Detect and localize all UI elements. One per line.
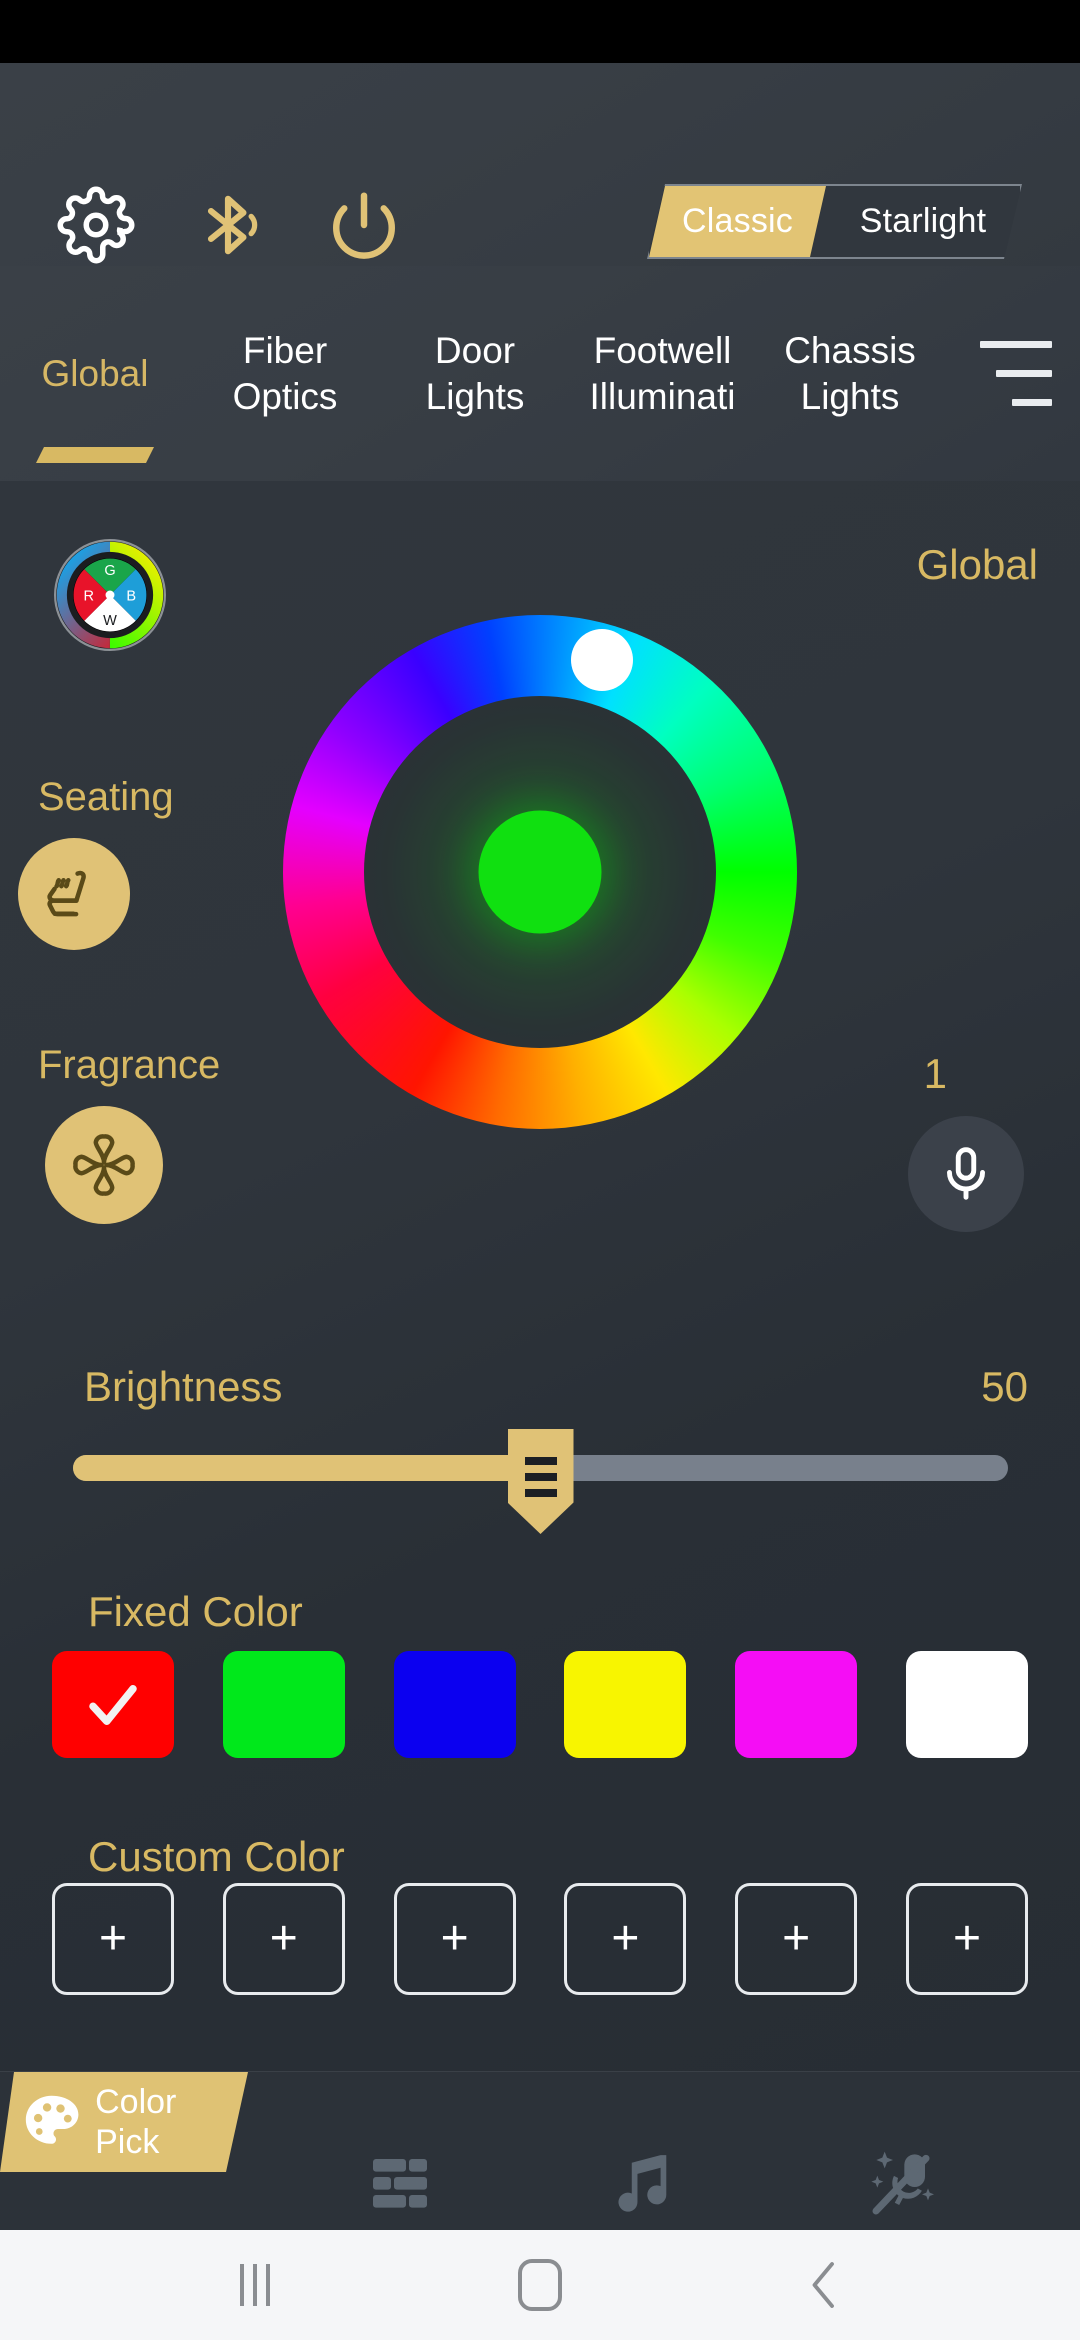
nav-color-pick-line2: Pick	[95, 2123, 160, 2161]
tab-fiber-optics[interactable]: Fiber Optics	[190, 266, 380, 481]
hamburger-line-2	[996, 370, 1052, 377]
thumb-grip-line-1	[524, 1457, 557, 1465]
tab-chassis-lights[interactable]: Chassis Lights	[760, 266, 940, 481]
svg-text:G: G	[104, 563, 115, 579]
recents-bar-1	[240, 2264, 244, 2306]
fixed-swatch-blue[interactable]	[393, 1651, 516, 1758]
tab-global-label: Global	[41, 352, 149, 394]
microphone-icon[interactable]	[908, 1116, 1024, 1232]
fixed-swatch-white[interactable]	[905, 1651, 1028, 1758]
svg-text:B: B	[126, 589, 136, 605]
recents-bar-3	[266, 2264, 270, 2306]
hue-color-wheel[interactable]	[283, 615, 797, 1129]
hamburger-line-1	[980, 341, 1052, 348]
nav-effects[interactable]	[290, 2072, 510, 2230]
brightness-label: Brightness	[84, 1363, 283, 1410]
voice-sparkle-icon	[871, 2151, 934, 2215]
app-body: Classic Starlight Global Fiber Optics Do…	[0, 63, 1080, 2230]
tab-global[interactable]: Global	[0, 266, 190, 481]
back-chevron	[812, 2262, 834, 2308]
tab-door-lights[interactable]: Door Lights	[380, 266, 570, 481]
mode-toggle[interactable]: Classic Starlight	[647, 184, 1022, 259]
clover-fragrance-icon[interactable]	[45, 1106, 163, 1224]
recents-bars	[240, 2264, 270, 2306]
tab-footwell-illumination[interactable]: Footwell Illuminati	[565, 266, 760, 481]
fixed-swatch-green[interactable]	[222, 1651, 345, 1758]
tab-fiber-optics-line2: Optics	[232, 375, 338, 417]
power-icon[interactable]	[318, 179, 410, 271]
tab-bar: Global Fiber Optics Door Lights Footwell…	[0, 266, 1080, 481]
nav-color-pick[interactable]: Color Pick	[0, 2072, 248, 2172]
thumb-grip-line-3	[524, 1489, 557, 1497]
nav-color-pick-line1: Color	[95, 2083, 177, 2121]
music-note-icon	[618, 2155, 667, 2212]
fixed-swatch-red[interactable]	[52, 1651, 174, 1758]
heated-seat-icon[interactable]	[18, 838, 130, 950]
tab-chassis-line2: Lights	[800, 375, 900, 417]
custom-slot-6[interactable]: +	[905, 1883, 1028, 1995]
slider-fill	[73, 1455, 541, 1481]
check-icon	[89, 1684, 137, 1725]
zone-label: Global	[916, 541, 1038, 588]
custom-slot-2[interactable]: +	[222, 1883, 345, 1995]
tab-door-lights-line1: Door	[434, 329, 516, 371]
mode-option-starlight[interactable]: Starlight	[826, 186, 1020, 257]
voice-count: 1	[923, 1050, 947, 1097]
top-toolbar: Classic Starlight	[0, 63, 1080, 266]
home-square	[518, 2259, 562, 2311]
back-icon[interactable]	[745, 2230, 905, 2340]
custom-slot-4[interactable]: +	[564, 1883, 687, 1995]
seating-label: Seating	[38, 775, 174, 819]
effects-sliders-icon	[373, 2159, 427, 2208]
app-root: Classic Starlight Global Fiber Optics Do…	[0, 0, 1080, 2340]
recents-bar-2	[253, 2264, 257, 2306]
mode-option-classic[interactable]: Classic	[649, 186, 826, 257]
hamburger-line-3	[1012, 399, 1052, 406]
nav-voice-control[interactable]	[770, 2072, 1030, 2230]
brightness-slider[interactable]	[73, 1429, 1008, 1534]
tab-footwell-line2: Illuminati	[589, 375, 736, 417]
thumb-grip-line-2	[524, 1473, 557, 1481]
fixed-swatch-yellow[interactable]	[564, 1651, 687, 1758]
tab-active-indicator	[36, 447, 154, 463]
custom-slot-1[interactable]: +	[52, 1883, 174, 1995]
rgbw-color-wheel-icon[interactable]: G B W R	[54, 539, 166, 651]
recents-icon[interactable]	[175, 2230, 335, 2340]
fixed-color-title: Fixed Color	[88, 1588, 303, 1635]
brightness-value: 50	[981, 1363, 1028, 1410]
gear-icon[interactable]	[50, 179, 142, 271]
custom-color-title: Custom Color	[88, 1833, 345, 1880]
bottom-navigation: Color Pick	[0, 2071, 1080, 2230]
hue-handle[interactable]	[571, 629, 633, 691]
android-navigation-bar	[0, 2230, 1080, 2340]
tab-chassis-line1: Chassis	[784, 329, 916, 371]
fixed-swatch-magenta[interactable]	[735, 1651, 858, 1758]
palette-icon	[18, 2088, 85, 2156]
tab-door-lights-line2: Lights	[425, 375, 525, 417]
custom-slot-5[interactable]: +	[735, 1883, 858, 1995]
custom-slot-3[interactable]: +	[393, 1883, 516, 1995]
tab-footwell-line1: Footwell	[593, 329, 732, 371]
nav-music[interactable]	[530, 2072, 750, 2230]
hamburger-menu-icon[interactable]	[955, 266, 1080, 481]
svg-text:R: R	[83, 589, 94, 605]
bluetooth-icon[interactable]	[182, 179, 274, 271]
home-icon[interactable]	[460, 2230, 620, 2340]
svg-text:W: W	[103, 613, 117, 629]
tab-fiber-optics-line1: Fiber	[242, 329, 328, 371]
fragrance-label: Fragrance	[38, 1043, 221, 1087]
selected-color-preview	[478, 810, 602, 934]
nav-color-pick-label: Color Pick	[95, 2082, 248, 2162]
status-bar	[0, 0, 1080, 63]
